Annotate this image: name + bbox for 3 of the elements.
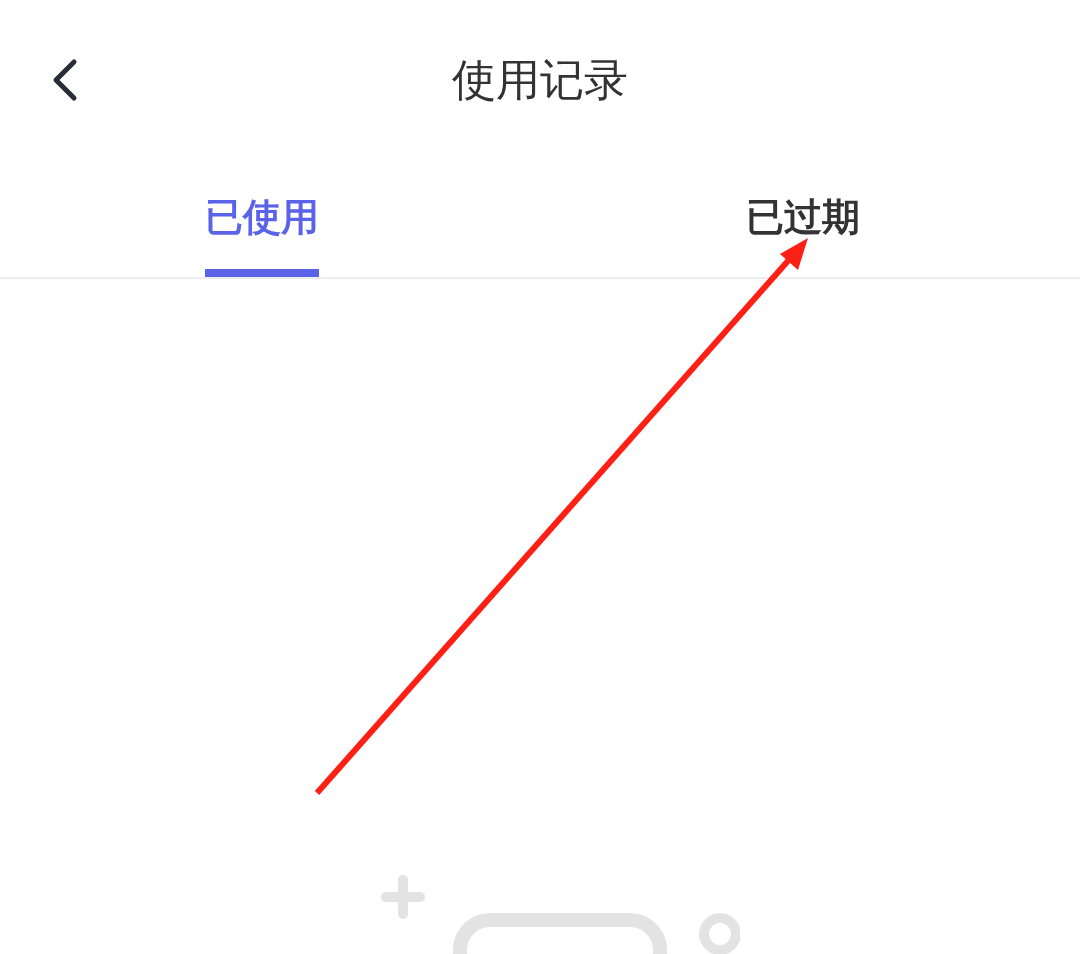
tab[interactable]: 已使用 <box>205 160 319 277</box>
tab[interactable]: 已过期 <box>745 160 860 277</box>
page-title: 使用记录 <box>452 52 628 107</box>
